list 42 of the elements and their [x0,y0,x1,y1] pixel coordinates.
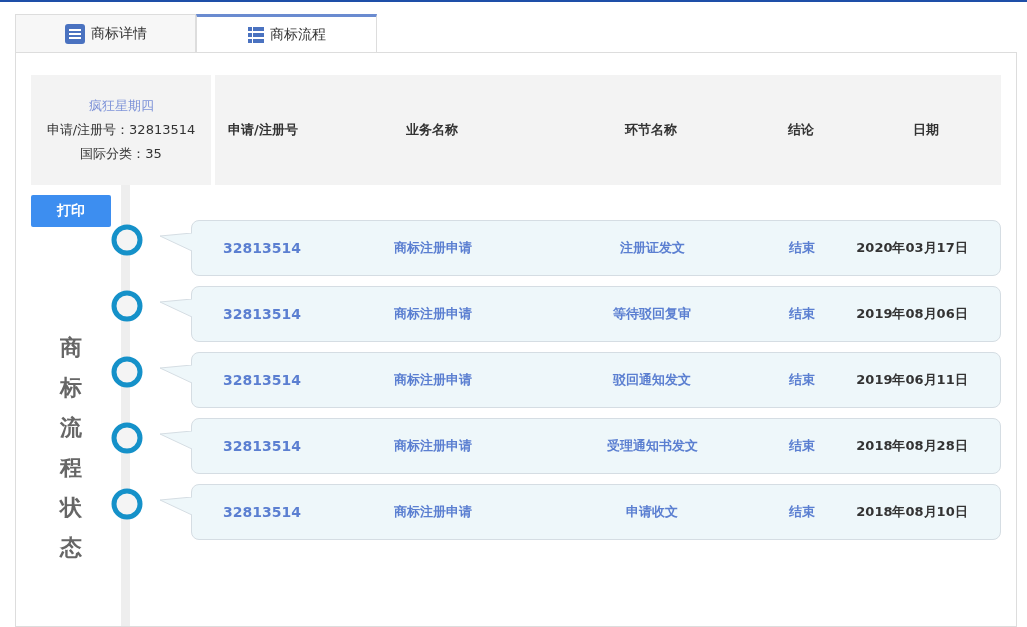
table-cell-text: 32813514 [222,306,302,322]
column-header: 申请/注册号 [228,121,299,139]
table-cell-text: 32813514 [222,372,302,388]
table-cell-text: 结束 [788,305,816,323]
registration-number: 申请/注册号：32813514 [46,121,196,139]
table-cell-text: 2018年08月28日 [855,437,969,455]
table-cell-text: 2018年08月10日 [855,503,969,521]
table-cell-text: 结束 [788,437,816,455]
table-cell-text: 注册证发文 [618,239,686,257]
table-cell-text: 商标注册申请 [393,305,473,323]
table-cell-text: 结束 [788,239,816,257]
timeline-node-icon [111,488,143,520]
list-icon [247,26,264,43]
table-cell-text: 申请收文 [625,503,679,521]
timeline-node-icon [111,356,143,388]
table-cell-text: 2020年03月17日 [855,239,969,257]
table-cell-text: 驳回通知发文 [611,371,692,389]
table-cell-text: 商标注册申请 [393,371,473,389]
column-header: 业务名称 [405,121,459,139]
column-header: 日期 [912,121,940,139]
international-class: 国际分类：35 [80,145,162,163]
tab[interactable]: 商标流程 [196,14,377,52]
column-header: 环节名称 [623,121,678,139]
vertical-label: 商标流程状态 [60,334,82,562]
table-cell-text: 等待驳回复审 [612,305,692,323]
table-cell-text: 32813514 [222,240,302,256]
timeline-node-icon [111,290,143,322]
table-cell-text: 商标注册申请 [393,239,473,257]
table-cell-text: 商标注册申请 [393,437,473,455]
table-cell-text: 2019年06月11日 [855,371,969,389]
table-cell-text: 商标注册申请 [393,503,473,521]
column-header: 结论 [787,121,815,139]
document-icon [64,23,85,44]
table-cell-text: 32813514 [222,438,302,454]
table-cell-text: 32813514 [222,504,302,520]
table-cell-text: 结束 [788,503,816,521]
table-cell-text: 受理通知书发文 [605,437,699,455]
timeline-node-icon [111,422,143,454]
timeline-node-icon [111,224,143,256]
table-cell-text: 2019年08月06日 [855,305,969,323]
table-cell-text: 结束 [788,371,816,389]
tab[interactable]: 商标详情 [15,14,196,52]
